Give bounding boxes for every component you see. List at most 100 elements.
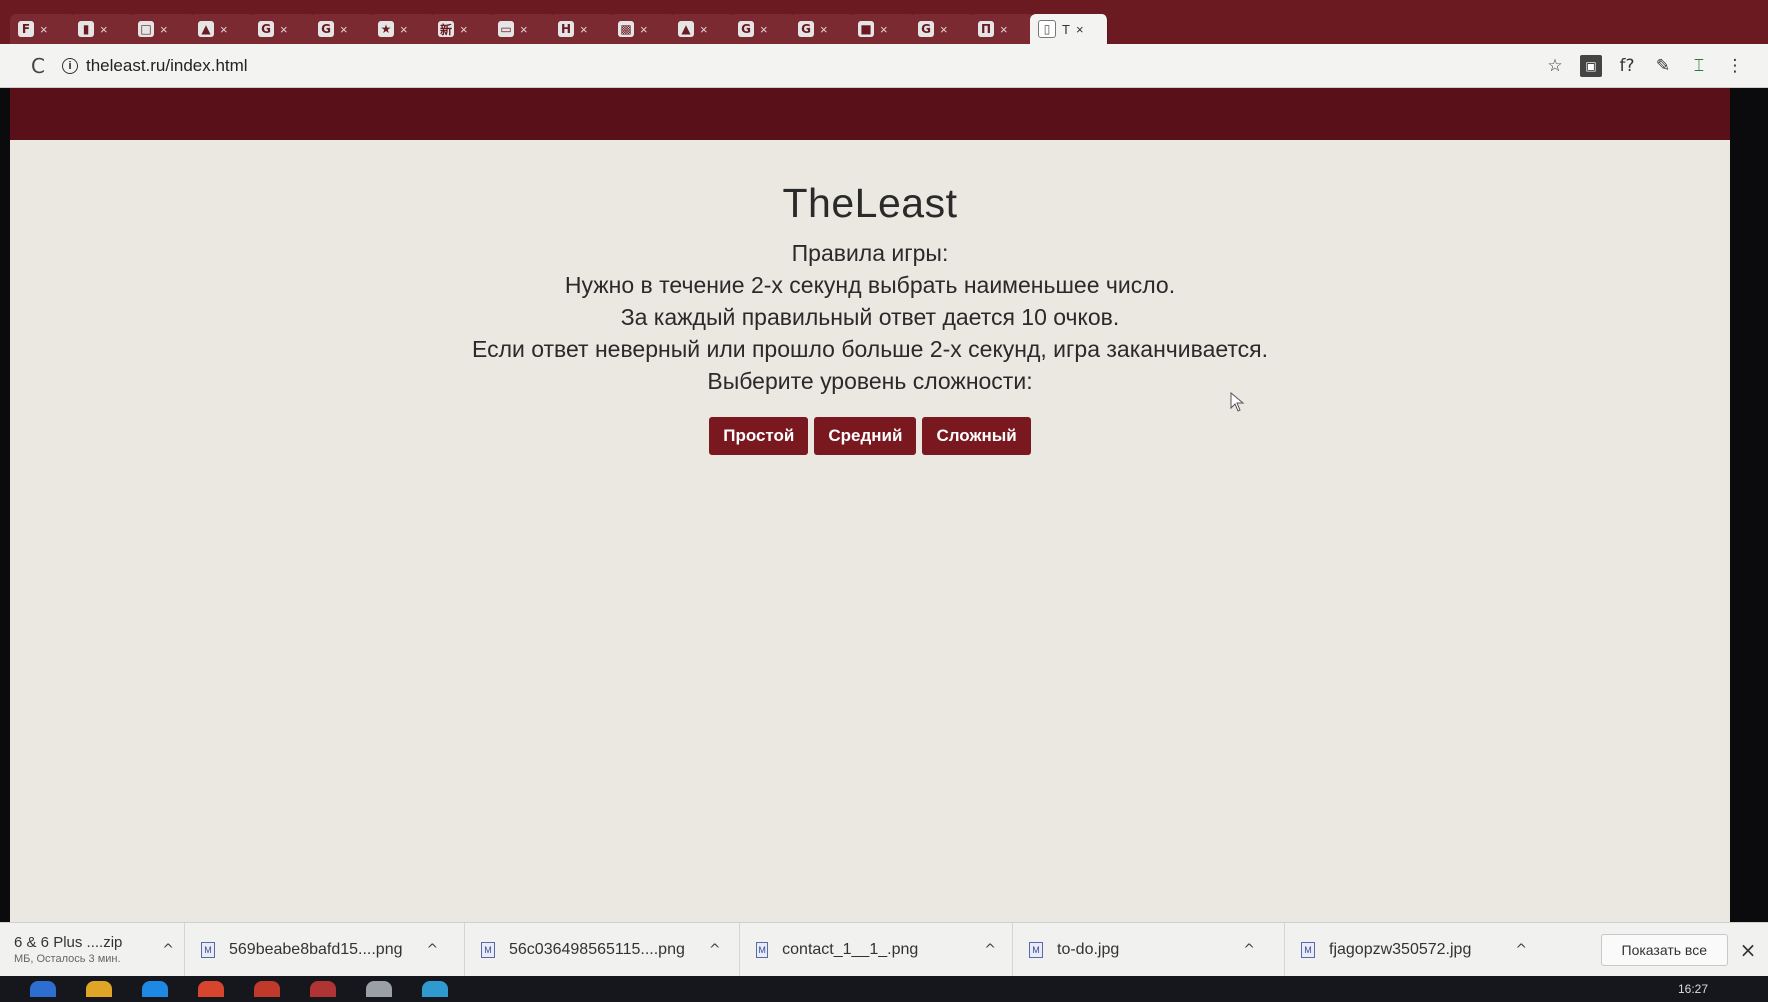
chevron-up-icon[interactable]: ^ <box>1243 942 1255 958</box>
tab-close-icon[interactable]: × <box>400 22 408 37</box>
formula-extension-icon[interactable]: f? <box>1616 55 1638 77</box>
tab-close-icon[interactable]: × <box>940 22 948 37</box>
screen-capture-extension-icon[interactable]: ⌶ <box>1688 55 1710 77</box>
tab-favicon-icon: ▲ <box>198 21 214 37</box>
chevron-up-icon[interactable]: ^ <box>709 942 721 958</box>
chevron-up-icon[interactable]: ^ <box>427 942 439 958</box>
download-item[interactable]: M to-do.jpg ^ <box>1013 922 1285 977</box>
info-icon[interactable]: i <box>62 57 78 74</box>
taskbar-app-icon[interactable] <box>310 981 336 997</box>
browser-tab[interactable]: G × <box>910 14 976 44</box>
tab-close-icon[interactable]: × <box>1076 22 1084 37</box>
tab-favicon-icon: H <box>558 21 574 37</box>
browser-tab[interactable]: G × <box>310 14 376 44</box>
tab-favicon-icon: G <box>258 21 274 37</box>
tab-close-icon[interactable]: × <box>760 22 768 37</box>
rule-line: Если ответ неверный или прошло больше 2-… <box>471 336 1269 362</box>
browser-tab[interactable]: F × <box>10 14 76 44</box>
close-icon[interactable]: × <box>1728 938 1768 962</box>
active-tab-label: T <box>1062 21 1070 37</box>
url-text[interactable]: theleast.ru/index.html <box>86 56 248 76</box>
reload-icon[interactable]: C <box>20 54 56 78</box>
hard-level-button[interactable]: Сложный <box>922 417 1031 455</box>
download-progress-text: МБ, Осталось 3 мин. <box>14 953 121 965</box>
tab-close-icon[interactable]: × <box>640 22 648 37</box>
tab-close-icon[interactable]: × <box>700 22 708 37</box>
browser-tab[interactable]: П × <box>970 14 1036 44</box>
browser-tab[interactable]: G × <box>790 14 856 44</box>
rules-heading: Правила игры: <box>791 240 949 266</box>
browser-tab[interactable]: ▩ × <box>610 14 676 44</box>
chevron-up-icon[interactable]: ^ <box>162 942 174 958</box>
tab-close-icon[interactable]: × <box>340 22 348 37</box>
browser-tab[interactable]: 新 × <box>430 14 496 44</box>
browser-tab[interactable]: ▮ × <box>70 14 136 44</box>
browser-tab[interactable]: ★ × <box>370 14 436 44</box>
file-icon: M <box>1301 941 1315 958</box>
taskbar-app-icon[interactable] <box>366 981 392 997</box>
address-bar[interactable]: i theleast.ru/index.html <box>62 51 1512 81</box>
tab-close-icon[interactable]: × <box>520 22 528 37</box>
tab-favicon-icon: G <box>738 21 754 37</box>
taskbar-app-icon[interactable] <box>198 981 224 997</box>
tab-close-icon[interactable]: × <box>280 22 288 37</box>
tab-favicon-icon: G <box>918 21 934 37</box>
chevron-up-icon[interactable]: ^ <box>984 942 996 958</box>
tab-favicon-icon: □ <box>138 21 154 37</box>
tab-close-icon[interactable]: × <box>220 22 228 37</box>
browser-tab[interactable]: H × <box>550 14 616 44</box>
rule-line: За каждый правильный ответ дается 10 очк… <box>620 304 1120 330</box>
tab-favicon-icon: ■ <box>858 21 874 37</box>
download-file-name: fjagopzw350572.jpg <box>1329 940 1472 958</box>
tab-close-icon[interactable]: × <box>40 22 48 37</box>
file-icon: M <box>481 941 495 958</box>
active-tab[interactable]: ▯ T × <box>1030 14 1108 44</box>
tab-close-icon[interactable]: × <box>100 22 108 37</box>
taskbar-app-icon[interactable] <box>254 981 280 997</box>
os-taskbar: 16:27 <box>0 976 1768 1002</box>
tab-close-icon[interactable]: × <box>580 22 588 37</box>
download-item[interactable]: M 569beabe8bafd15....png ^ <box>185 922 465 977</box>
pdf-extension-icon[interactable]: ▣ <box>1580 54 1602 77</box>
rule-line: Нужно в течение 2-х секунд выбрать наиме… <box>564 272 1176 298</box>
downloads-shelf: 6 & 6 Plus ....zip МБ, Осталось 3 мин. ^… <box>0 922 1768 977</box>
tab-close-icon[interactable]: × <box>460 22 468 37</box>
taskbar-app-icon[interactable] <box>142 981 168 997</box>
system-clock[interactable]: 16:27 <box>1678 982 1708 996</box>
chevron-up-icon[interactable]: ^ <box>1515 942 1527 958</box>
browser-tab[interactable]: ▭ × <box>490 14 556 44</box>
menu-dots-icon[interactable]: ⋮ <box>1724 55 1746 77</box>
tab-close-icon[interactable]: × <box>880 22 888 37</box>
browser-tab[interactable]: G × <box>730 14 796 44</box>
easy-level-button[interactable]: Простой <box>709 417 809 455</box>
medium-level-button[interactable]: Средний <box>814 417 917 455</box>
file-icon: M <box>756 941 769 958</box>
download-item[interactable]: 6 & 6 Plus ....zip МБ, Осталось 3 мин. ^ <box>0 922 185 977</box>
taskbar-app-icon[interactable] <box>86 981 112 997</box>
pen-icon[interactable]: ✎ <box>1652 55 1674 77</box>
download-item[interactable]: M contact_1__1_.png ^ <box>740 922 1013 977</box>
browser-tab[interactable]: ■ × <box>850 14 916 44</box>
tab-close-icon[interactable]: × <box>820 22 828 37</box>
tab-close-icon[interactable]: × <box>160 22 168 37</box>
download-item[interactable]: M 56c036498565115....png ^ <box>465 922 740 977</box>
game-rules: Правила игры: Нужно в течение 2-х секунд… <box>10 237 1730 397</box>
browser-tab[interactable]: ▲ × <box>670 14 736 44</box>
browser-toolbar: C i theleast.ru/index.html ☆ ▣ f? ✎ ⌶ ⋮ <box>0 44 1768 88</box>
tab-favicon-icon: G <box>318 21 334 37</box>
show-all-downloads-button[interactable]: Показать все <box>1600 933 1728 966</box>
browser-tab[interactable]: □ × <box>130 14 196 44</box>
star-icon[interactable]: ☆ <box>1544 55 1566 77</box>
taskbar-app-icon[interactable] <box>30 981 56 997</box>
mouse-cursor-icon <box>1230 392 1245 412</box>
tab-close-icon[interactable]: × <box>1000 22 1008 37</box>
browser-tab[interactable]: ▲ × <box>190 14 256 44</box>
site-header <box>10 88 1730 140</box>
page-title: TheLeast <box>782 180 958 226</box>
difficulty-prompt: Выберите уровень сложности: <box>707 368 1033 394</box>
tab-favicon-icon: ★ <box>378 21 394 37</box>
download-item[interactable]: M fjagopzw350572.jpg ^ <box>1285 923 1555 977</box>
tab-favicon-icon: F <box>18 21 34 37</box>
taskbar-app-icon[interactable] <box>422 981 448 997</box>
browser-tab[interactable]: G × <box>250 14 316 44</box>
